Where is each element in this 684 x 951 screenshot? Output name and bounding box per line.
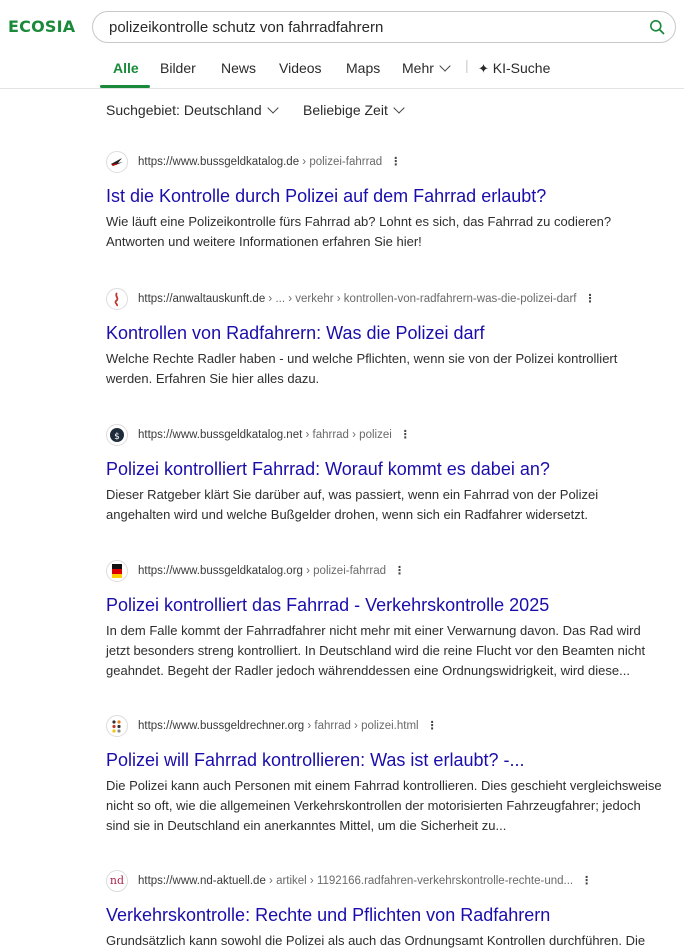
result-domain: https://www.nd-aktuell.de <box>138 875 266 887</box>
time-filter[interactable]: Beliebige Zeit <box>303 102 405 118</box>
bird-logo-icon <box>106 151 128 173</box>
nd-logo-icon: nd <box>106 870 128 892</box>
active-tab-indicator <box>100 85 150 88</box>
time-value: Beliebige Zeit <box>303 102 388 118</box>
tab-news[interactable]: News <box>221 60 256 76</box>
svg-text:$: $ <box>114 432 120 442</box>
result-snippet: Grundsätzlich kann sowohl die Polizei al… <box>106 933 646 948</box>
more-options-icon[interactable]: ⋮ <box>427 719 438 732</box>
result-domain: https://www.bussgeldkatalog.org <box>138 565 303 577</box>
search-icon[interactable] <box>649 19 665 35</box>
result-url[interactable]: https://www.bussgeldkatalog.org › polize… <box>138 564 405 577</box>
result-url[interactable]: https://www.bussgeldkatalog.net › fahrra… <box>138 428 411 441</box>
tab-alle[interactable]: Alle <box>113 60 139 76</box>
result-path: › ... › verkehr › kontrollen-von-radfahr… <box>265 293 577 305</box>
tab-mehr-label: Mehr <box>402 60 434 76</box>
ecosia-logo[interactable]: ECOSIA <box>8 17 75 36</box>
tab-ki-suche[interactable]: ✦ KI-Suche <box>478 60 550 77</box>
search-result: https://anwaltauskunft.de › ... › verkeh… <box>106 288 676 389</box>
tab-bilder[interactable]: Bilder <box>160 60 196 76</box>
result-title-link[interactable]: Kontrollen von Radfahrern: Was die Poliz… <box>106 322 676 344</box>
more-options-icon[interactable]: ⋮ <box>581 874 592 887</box>
chevron-down-icon <box>439 60 451 72</box>
result-title-link[interactable]: Verkehrskontrolle: Rechte und Pflichten … <box>106 904 676 926</box>
result-title-link[interactable]: Ist die Kontrolle durch Polizei auf dem … <box>106 185 676 207</box>
nav-divider: | <box>465 57 469 73</box>
result-path: › polizei-fahrrad <box>302 565 387 577</box>
chevron-down-icon <box>267 102 279 114</box>
search-result: https://www.bussgeldkatalog.de › polizei… <box>106 151 676 252</box>
region-value: Deutschland <box>183 102 262 118</box>
result-path: › fahrrad › polizei <box>302 429 392 441</box>
result-url[interactable]: https://anwaltauskunft.de › ... › verkeh… <box>138 292 595 305</box>
result-snippet: Dieser Ratgeber klärt Sie darüber auf, w… <box>106 487 599 522</box>
chevron-down-icon <box>393 102 405 114</box>
nd-logo-text: nd <box>109 874 125 887</box>
result-domain: https://anwaltauskunft.de <box>138 293 266 305</box>
result-title-link[interactable]: Polizei will Fahrrad kontrollieren: Was … <box>106 749 676 771</box>
more-options-icon[interactable]: ⋮ <box>584 292 595 305</box>
sparkle-icon: ✦ <box>478 61 489 76</box>
result-title-link[interactable]: Polizei kontrolliert Fahrrad: Worauf kom… <box>106 458 676 480</box>
result-url[interactable]: https://www.bussgeldkatalog.de › polizei… <box>138 155 401 168</box>
result-snippet: In dem Falle kommt der Fahrradfahrer nic… <box>106 623 646 678</box>
more-options-icon[interactable]: ⋮ <box>394 564 405 577</box>
result-path: › polizei-fahrrad <box>299 156 383 168</box>
result-snippet: Die Polizei kann auch Personen mit einem… <box>106 778 662 833</box>
result-domain: https://www.bussgeldkatalog.net <box>138 429 303 441</box>
tab-videos[interactable]: Videos <box>279 60 322 76</box>
result-domain: https://www.bussgeldkatalog.de <box>138 156 300 168</box>
more-options-icon[interactable]: ⋮ <box>400 428 411 441</box>
search-result: https://www.bussgeldkatalog.org › polize… <box>106 560 676 681</box>
result-url[interactable]: https://www.nd-aktuell.de › artikel › 11… <box>138 874 592 887</box>
result-path: › fahrrad › polizei.html <box>304 720 419 732</box>
dot-grid-icon <box>106 715 128 737</box>
search-input[interactable]: polizeikontrolle schutz von fahrradfahre… <box>92 11 676 43</box>
result-url[interactable]: https://www.bussgeldrechner.org › fahrra… <box>138 719 438 732</box>
tab-mehr[interactable]: Mehr <box>402 60 451 76</box>
more-options-icon[interactable]: ⋮ <box>390 155 401 168</box>
tab-ki-suche-label: KI-Suche <box>492 60 551 76</box>
result-title-link[interactable]: Polizei kontrolliert das Fahrrad - Verke… <box>106 594 676 616</box>
region-label: Suchgebiet: <box>106 102 180 118</box>
region-filter[interactable]: Suchgebiet: Deutschland <box>106 102 279 118</box>
result-snippet: Wie läuft eine Polizeikontrolle fürs Fah… <box>106 214 612 249</box>
result-domain: https://www.bussgeldrechner.org <box>138 720 305 732</box>
dark-badge-icon: $ <box>106 424 128 446</box>
result-path: › artikel › 1192166.radfahren-verkehrsko… <box>265 875 574 887</box>
search-result: https://www.bussgeldrechner.org › fahrra… <box>106 715 676 836</box>
search-query-text[interactable]: polizeikontrolle schutz von fahrradfahre… <box>109 19 383 36</box>
search-result: nd https://www.nd-aktuell.de › artikel ›… <box>106 870 676 951</box>
search-result: $ https://www.bussgeldkatalog.net › fahr… <box>106 424 676 525</box>
red-swirl-icon <box>106 288 128 310</box>
result-snippet: Welche Rechte Radler haben - und welche … <box>106 351 618 386</box>
top-bar: ECOSIA polizeikontrolle schutz von fahrr… <box>0 0 684 89</box>
tab-maps[interactable]: Maps <box>346 60 380 76</box>
german-flag-icon <box>106 560 128 582</box>
